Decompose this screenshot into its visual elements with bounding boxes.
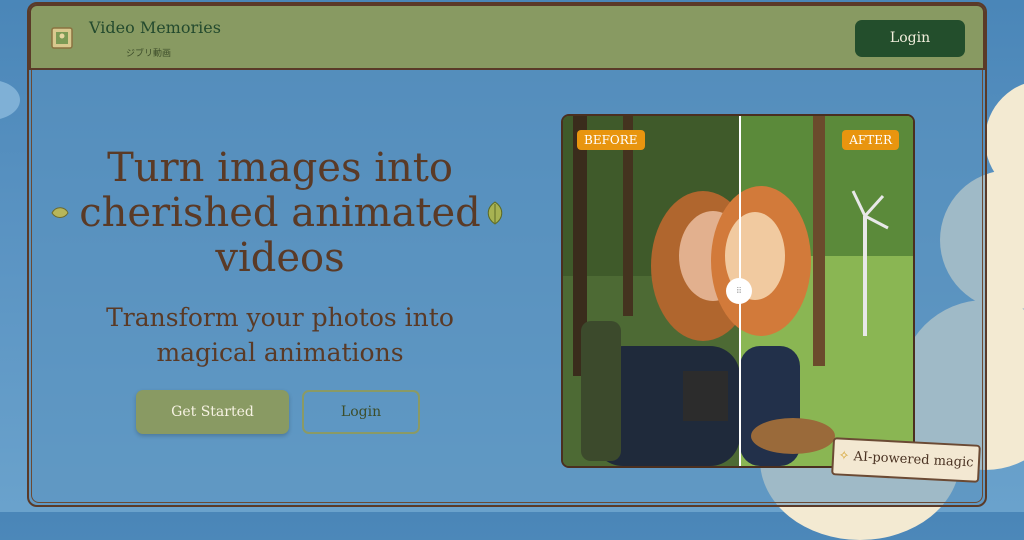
framed-picture-icon <box>51 27 73 49</box>
hero-login-button[interactable]: Login <box>302 390 420 434</box>
sparkle-icon: ✧ <box>838 448 850 465</box>
hero-subtitle: Transform your photos into magical anima… <box>106 303 454 367</box>
top-navbar: Video Memories ジブリ動画 Login <box>29 4 985 70</box>
badge-text: AI-powered magic <box>853 449 974 471</box>
brand-title[interactable]: Video Memories <box>89 18 221 37</box>
before-after-comparison[interactable]: BEFORE AFTER ⁞⁞ <box>561 114 915 468</box>
hero-title: Turn images into cherished animated vide… <box>79 145 481 281</box>
before-tag: BEFORE <box>577 130 645 150</box>
after-tag: AFTER <box>842 130 899 150</box>
drag-handle-icon[interactable]: ⁞⁞ <box>726 278 752 304</box>
get-started-button[interactable]: Get Started <box>136 390 289 434</box>
ai-powered-badge: ✧ AI-powered magic <box>831 437 981 483</box>
brand-subtitle: ジブリ動画 <box>126 49 172 59</box>
leaf-decoration-icon <box>51 207 69 218</box>
header-login-button[interactable]: Login <box>855 20 965 57</box>
